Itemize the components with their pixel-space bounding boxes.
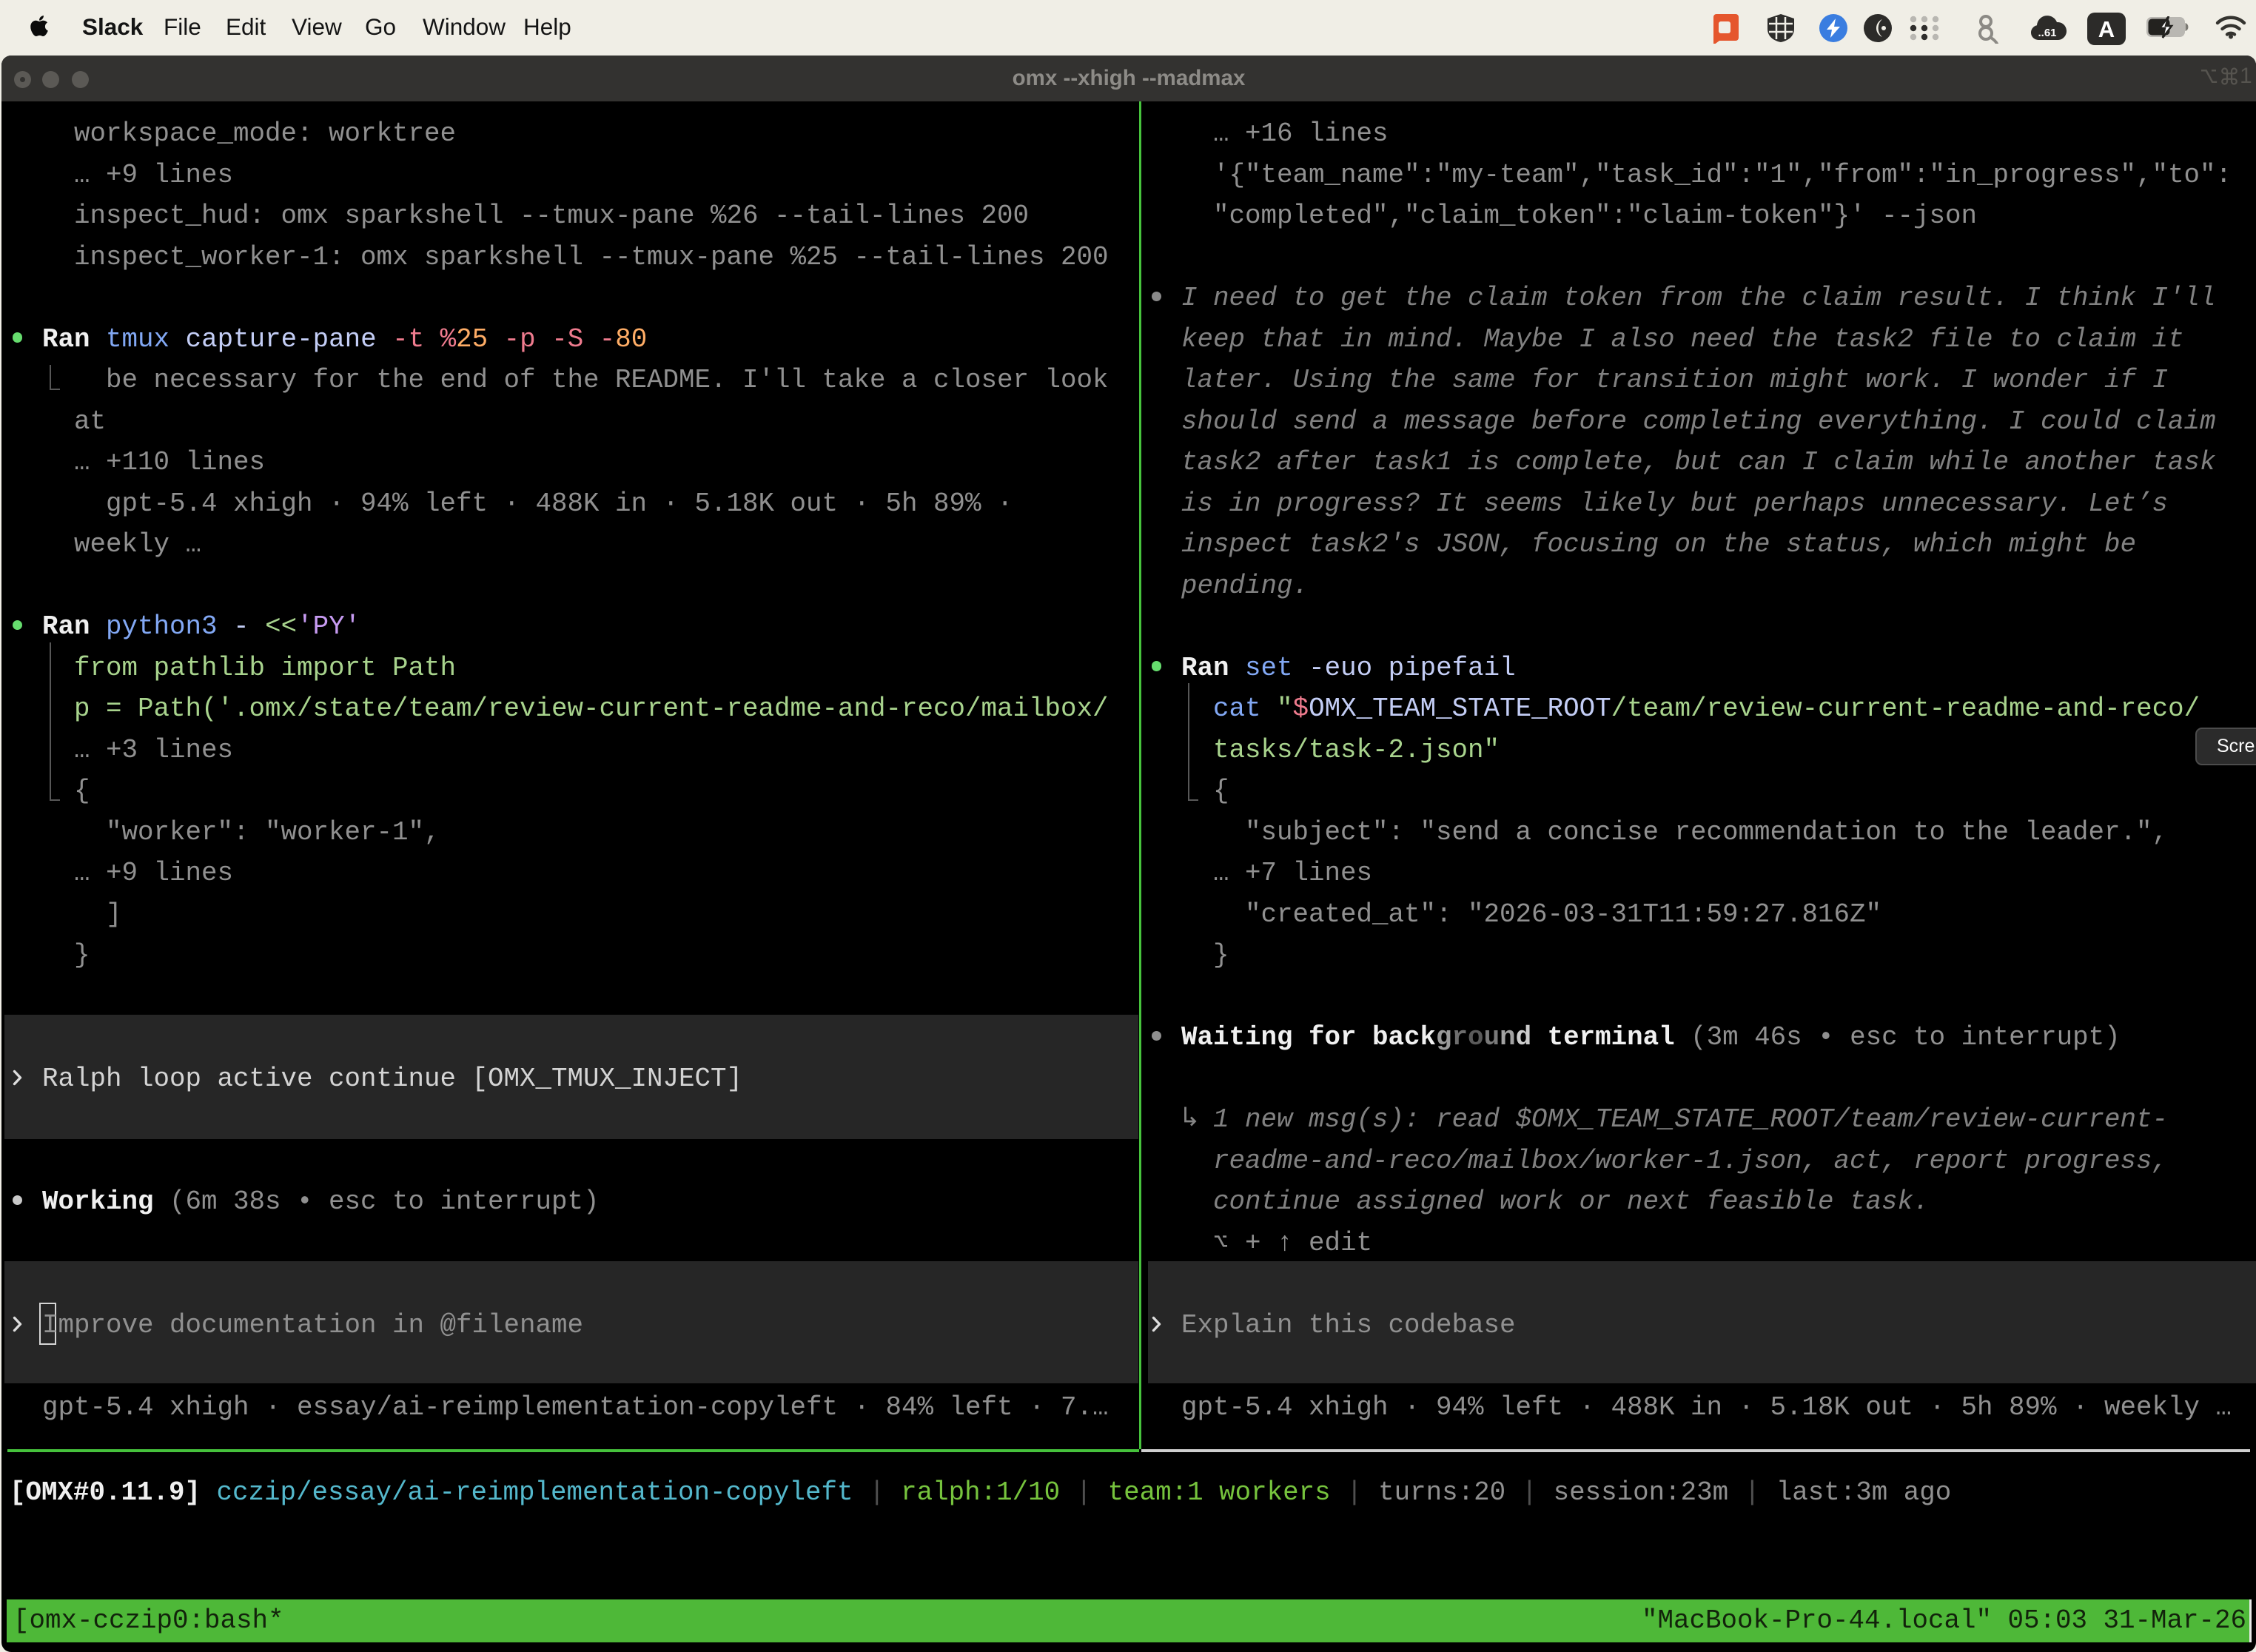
svg-text:A: A (2098, 16, 2115, 42)
svg-text:..61: ..61 (2038, 27, 2056, 39)
